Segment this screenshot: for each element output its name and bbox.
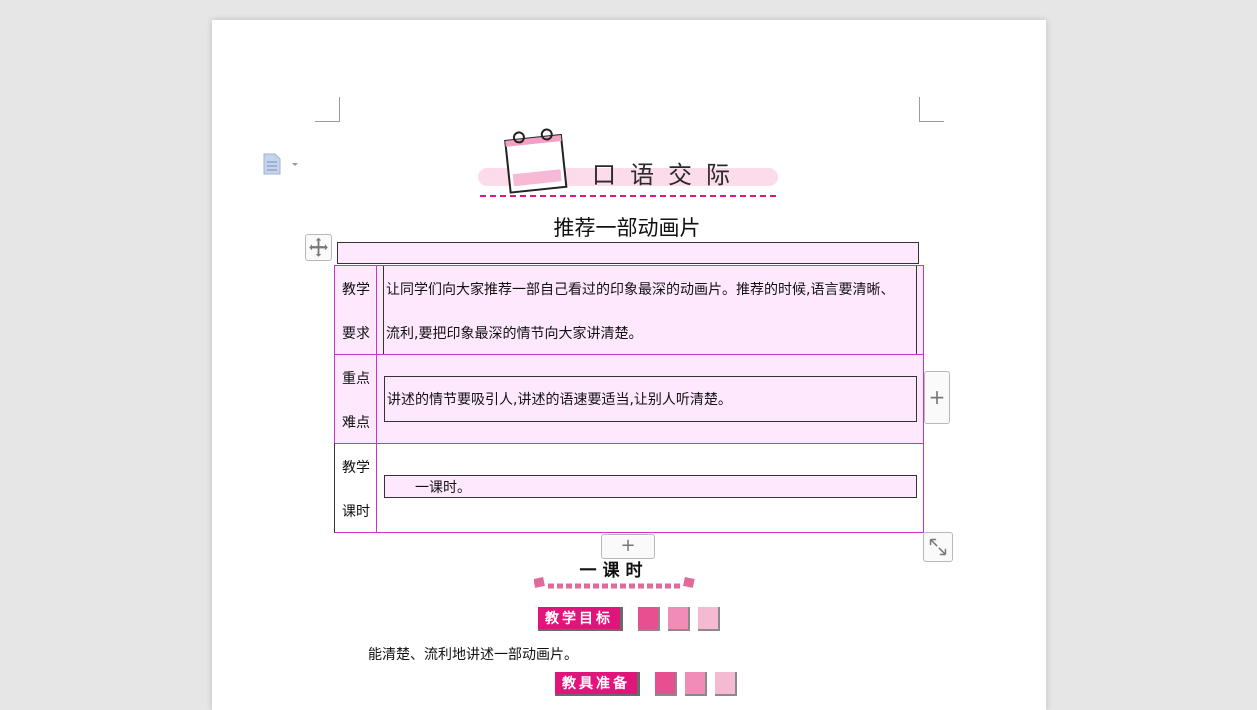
tag-square — [655, 672, 677, 696]
document-icon[interactable] — [263, 153, 303, 175]
resize-icon[interactable] — [923, 532, 953, 562]
table-header-box[interactable] — [337, 242, 919, 264]
row-body-text: 讲述的情节要吸引人,讲述的语速要适当,让别人听清楚。 — [387, 392, 732, 408]
crop-mark-left — [315, 97, 340, 122]
table-row: 教学 课时 一课时。 — [334, 443, 924, 533]
table-row: 重点 难点 讲述的情节要吸引人,讲述的语速要适当,让别人听清楚。 — [334, 354, 924, 444]
row-body-cell[interactable]: 让同学们向大家推荐一部自己看过的印象最深的动画片。推荐的时候,语言要清晰、 流利… — [383, 266, 917, 354]
crop-mark-right — [919, 97, 944, 122]
tag-square — [638, 607, 660, 631]
row-label-line: 教学 — [342, 460, 370, 476]
document-page: 口语交际 推荐一部动画片 教学 要求 让同学们向大家推荐一部自己看过的印象最深的… — [212, 20, 1046, 710]
move-handle-icon[interactable] — [305, 234, 332, 261]
lesson-info-table: 教学 要求 让同学们向大家推荐一部自己看过的印象最深的动画片。推荐的时候,语言要… — [334, 265, 924, 533]
row-body-text: 一课时。 — [415, 480, 471, 496]
tag-square — [685, 672, 707, 696]
section-label: 教具准备 — [555, 672, 640, 696]
row-body-text: 流利,要把印象最深的情节向大家讲清楚。 — [386, 326, 643, 342]
add-column-button[interactable]: + — [924, 371, 950, 424]
tag-square — [698, 607, 720, 631]
tag-square — [668, 607, 690, 631]
row-body-cell[interactable]: 讲述的情节要吸引人,讲述的语速要适当,让别人听清楚。 — [384, 376, 917, 422]
row-label-line: 教学 — [342, 282, 370, 298]
row-body-cell[interactable]: 一课时。 — [384, 475, 917, 498]
row-label-cell[interactable]: 教学 课时 — [335, 444, 377, 532]
row-label-line: 难点 — [342, 415, 370, 431]
heading-decoration — [534, 577, 695, 589]
row-label-cell[interactable]: 教学 要求 — [335, 266, 377, 354]
goal-text: 能清楚、流利地讲述一部动画片。 — [368, 647, 578, 663]
row-label-line: 课时 — [342, 504, 370, 520]
row-body-text: 让同学们向大家推荐一部自己看过的印象最深的动画片。推荐的时候,语言要清晰、 — [386, 282, 895, 298]
row-label-line: 要求 — [342, 326, 370, 342]
row-label-line: 重点 — [342, 371, 370, 387]
row-label-cell[interactable]: 重点 难点 — [335, 355, 377, 443]
tag-square — [715, 672, 737, 696]
table-row: 教学 要求 让同学们向大家推荐一部自己看过的印象最深的动画片。推荐的时候,语言要… — [334, 265, 924, 355]
banner-title: 口语交际 — [592, 161, 744, 189]
page-title: 推荐一部动画片 — [553, 216, 701, 240]
section-label: 教学目标 — [538, 607, 623, 631]
